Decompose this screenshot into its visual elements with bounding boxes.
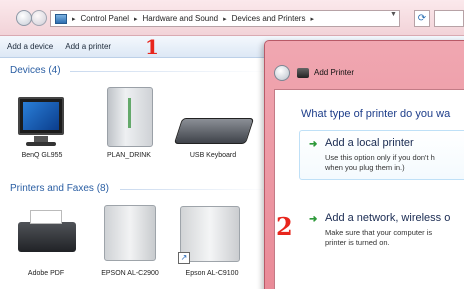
group-divider xyxy=(70,71,270,72)
refresh-icon[interactable]: ⟳ xyxy=(414,10,430,27)
chevron-right-icon: ▸ xyxy=(310,15,314,23)
add-printer-button[interactable]: Add a printer xyxy=(65,42,111,51)
breadcrumb[interactable]: ▸ Control Panel ▸ Hardware and Sound ▸ D… xyxy=(50,10,400,27)
printer-icon[interactable] xyxy=(18,210,76,252)
keyboard-icon[interactable] xyxy=(173,118,255,144)
breadcrumb-hardware-sound[interactable]: Hardware and Sound xyxy=(143,14,219,23)
computer-icon[interactable] xyxy=(107,87,153,147)
printers-group-header[interactable]: Printers and Faxes (8) xyxy=(10,183,109,194)
dialog-body: What type of printer do you wa xyxy=(274,89,464,289)
breadcrumb-devices-printers[interactable]: Devices and Printers xyxy=(232,14,306,23)
add-network-printer-desc-1: Make sure that your computer is xyxy=(325,228,433,237)
add-local-printer-desc-1: Use this option only if you don't h xyxy=(325,153,435,162)
forward-icon[interactable] xyxy=(31,10,47,26)
device-label-monitor: BenQ GL955 xyxy=(21,152,63,159)
back-icon[interactable] xyxy=(16,10,32,26)
add-local-printer-desc-2: when you plug them in.) xyxy=(325,163,405,172)
green-arrow-icon: ➜ xyxy=(309,139,318,150)
chevron-right-icon: ▸ xyxy=(134,15,138,23)
back-icon[interactable] xyxy=(274,65,290,81)
device-label-keyboard: USB Keyboard xyxy=(189,152,237,159)
printer-label-adobe: Adobe PDF xyxy=(27,270,65,277)
control-panel-icon xyxy=(55,13,67,24)
group-divider xyxy=(120,189,270,190)
monitor-base xyxy=(26,142,56,146)
devices-group-header[interactable]: Devices (4) xyxy=(10,65,61,76)
add-device-button[interactable]: Add a device xyxy=(7,42,53,51)
add-network-printer-desc-2: printer is turned on. xyxy=(325,238,390,247)
add-network-printer-title[interactable]: Add a network, wireless o xyxy=(325,212,450,224)
shortcut-badge-icon: ↗ xyxy=(178,252,190,264)
printer-label-epson-c2900: EPSON AL-C2900 xyxy=(101,270,159,277)
monitor-icon[interactable] xyxy=(18,97,64,135)
breadcrumb-control-panel[interactable]: Control Panel xyxy=(81,14,129,23)
chevron-right-icon: ▸ xyxy=(223,15,227,23)
address-bar: ▸ Control Panel ▸ Hardware and Sound ▸ D… xyxy=(0,0,464,36)
dialog-heading: What type of printer do you wa xyxy=(301,108,451,120)
annotation-number-2: 2 xyxy=(276,212,293,241)
add-local-printer-title[interactable]: Add a local printer xyxy=(325,137,414,149)
printer-icon xyxy=(297,68,309,78)
green-arrow-icon: ➜ xyxy=(309,214,318,225)
annotation-number-1: 1 xyxy=(145,35,159,59)
dialog-title: Add Printer xyxy=(314,68,355,77)
device-label-computer: PLAN_DRINK xyxy=(107,152,151,159)
search-input[interactable] xyxy=(434,10,464,27)
printer-label-epson-c9100: Epson AL-C9100 xyxy=(185,270,239,277)
chevron-right-icon: ▸ xyxy=(72,15,76,23)
chevron-down-icon[interactable]: ▼ xyxy=(390,11,397,18)
printer-icon[interactable] xyxy=(104,205,156,261)
